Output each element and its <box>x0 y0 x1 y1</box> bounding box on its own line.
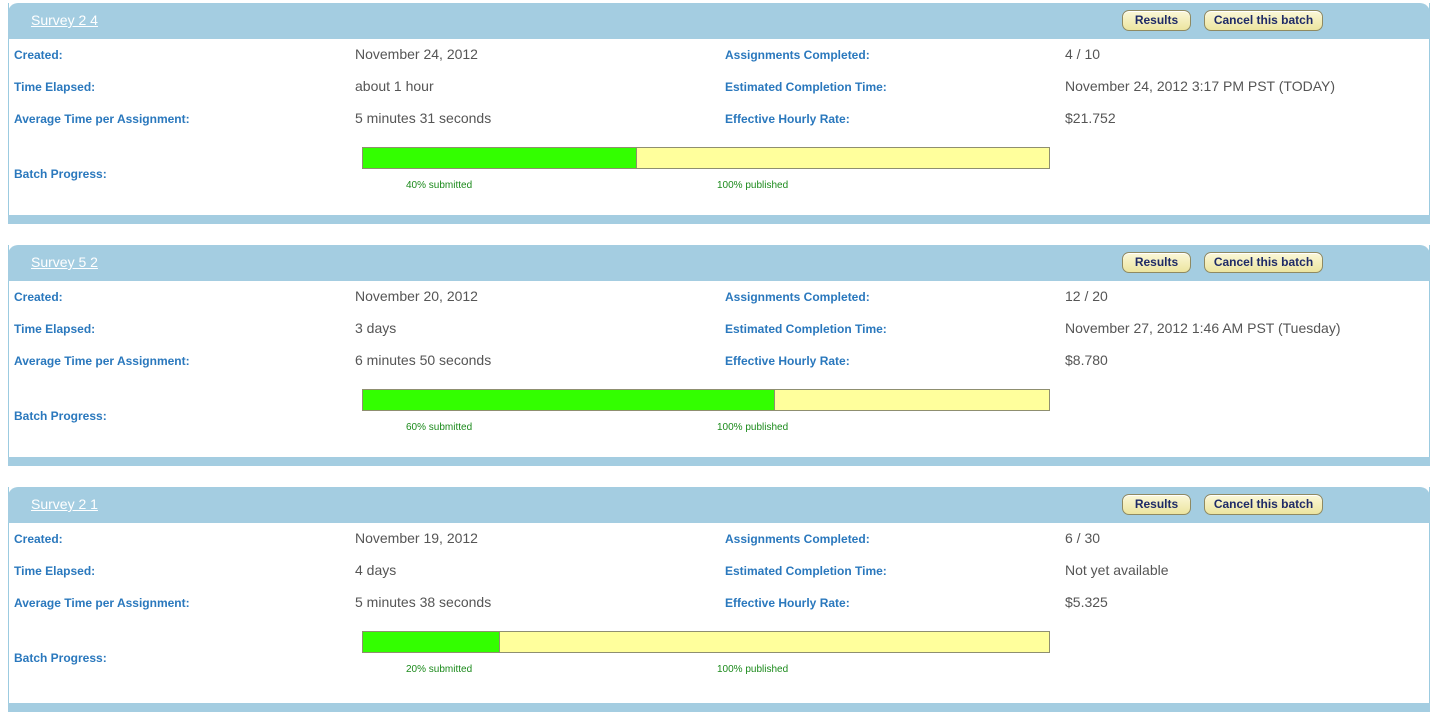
time-elapsed-label: Time Elapsed: <box>14 80 96 94</box>
batch-header: Survey 5 2 Results Cancel this batch <box>8 245 1430 281</box>
progress-bar-fill <box>363 632 501 652</box>
published-caption: 100% published <box>717 664 789 675</box>
estimated-completion-label: Estimated Completion Time: <box>725 80 887 94</box>
hourly-rate-label: Effective Hourly Rate: <box>725 112 850 126</box>
average-time-value: 5 minutes 38 seconds <box>355 594 492 610</box>
batch-title-link[interactable]: Survey 2 4 <box>31 12 98 28</box>
created-value: November 24, 2012 <box>355 46 478 62</box>
progress-bar <box>362 147 1050 169</box>
created-value: November 20, 2012 <box>355 288 478 304</box>
published-caption: 100% published <box>717 422 789 433</box>
cancel-batch-button[interactable]: Cancel this batch <box>1204 10 1323 31</box>
batch-header: Survey 2 1 Results Cancel this batch <box>8 487 1430 523</box>
submitted-caption: 40% submitted <box>406 180 473 191</box>
assignments-completed-value: 6 / 30 <box>1065 530 1101 546</box>
batch-title-link[interactable]: Survey 5 2 <box>31 254 98 270</box>
assignments-completed-label: Assignments Completed: <box>725 48 870 62</box>
estimated-completion-label: Estimated Completion Time: <box>725 564 887 578</box>
batch-progress-label: Batch Progress: <box>14 409 107 423</box>
results-button[interactable]: Results <box>1122 10 1191 31</box>
batch-panel: Survey 5 2 Results Cancel this batch Cre… <box>8 245 1430 466</box>
estimated-completion-value: November 24, 2012 3:17 PM PST (TODAY) <box>1065 78 1336 94</box>
assignments-completed-value: 12 / 20 <box>1065 288 1108 304</box>
cancel-batch-button[interactable]: Cancel this batch <box>1204 494 1323 515</box>
submitted-caption: 60% submitted <box>406 422 473 433</box>
batch-footer <box>8 703 1430 712</box>
results-button[interactable]: Results <box>1122 252 1191 273</box>
time-elapsed-value: 4 days <box>355 562 397 578</box>
time-elapsed-label: Time Elapsed: <box>14 322 96 336</box>
batch-progress-label: Batch Progress: <box>14 167 107 181</box>
hourly-rate-value: $8.780 <box>1065 352 1108 368</box>
average-time-label: Average Time per Assignment: <box>14 354 190 368</box>
hourly-rate-label: Effective Hourly Rate: <box>725 354 850 368</box>
time-elapsed-value: 3 days <box>355 320 397 336</box>
created-label: Created: <box>14 532 63 546</box>
hourly-rate-value: $21.752 <box>1065 110 1116 126</box>
results-button[interactable]: Results <box>1122 494 1191 515</box>
batch-panel: Survey 2 1 Results Cancel this batch Cre… <box>8 487 1430 712</box>
batch-header: Survey 2 4 Results Cancel this batch <box>8 3 1430 39</box>
batch-title-link[interactable]: Survey 2 1 <box>31 496 98 512</box>
progress-bar <box>362 631 1050 653</box>
batch-panel: Survey 2 4 Results Cancel this batch Cre… <box>8 3 1430 224</box>
published-caption: 100% published <box>717 180 789 191</box>
progress-bar-fill <box>363 390 775 410</box>
created-value: November 19, 2012 <box>355 530 478 546</box>
assignments-completed-value: 4 / 10 <box>1065 46 1101 62</box>
estimated-completion-value: Not yet available <box>1065 562 1169 578</box>
time-elapsed-value: about 1 hour <box>355 78 434 94</box>
time-elapsed-label: Time Elapsed: <box>14 564 96 578</box>
progress-bar <box>362 389 1050 411</box>
hourly-rate-value: $5.325 <box>1065 594 1108 610</box>
average-time-value: 5 minutes 31 seconds <box>355 110 492 126</box>
average-time-value: 6 minutes 50 seconds <box>355 352 492 368</box>
estimated-completion-label: Estimated Completion Time: <box>725 322 887 336</box>
estimated-completion-value: November 27, 2012 1:46 AM PST (Tuesday) <box>1065 320 1341 336</box>
batch-progress-label: Batch Progress: <box>14 651 107 665</box>
assignments-completed-label: Assignments Completed: <box>725 290 870 304</box>
average-time-label: Average Time per Assignment: <box>14 112 190 126</box>
progress-bar-fill <box>363 148 638 168</box>
assignments-completed-label: Assignments Completed: <box>725 532 870 546</box>
created-label: Created: <box>14 290 63 304</box>
average-time-label: Average Time per Assignment: <box>14 596 190 610</box>
hourly-rate-label: Effective Hourly Rate: <box>725 596 850 610</box>
created-label: Created: <box>14 48 63 62</box>
cancel-batch-button[interactable]: Cancel this batch <box>1204 252 1323 273</box>
batch-footer <box>8 215 1430 224</box>
submitted-caption: 20% submitted <box>406 664 473 675</box>
batch-footer <box>8 457 1430 466</box>
